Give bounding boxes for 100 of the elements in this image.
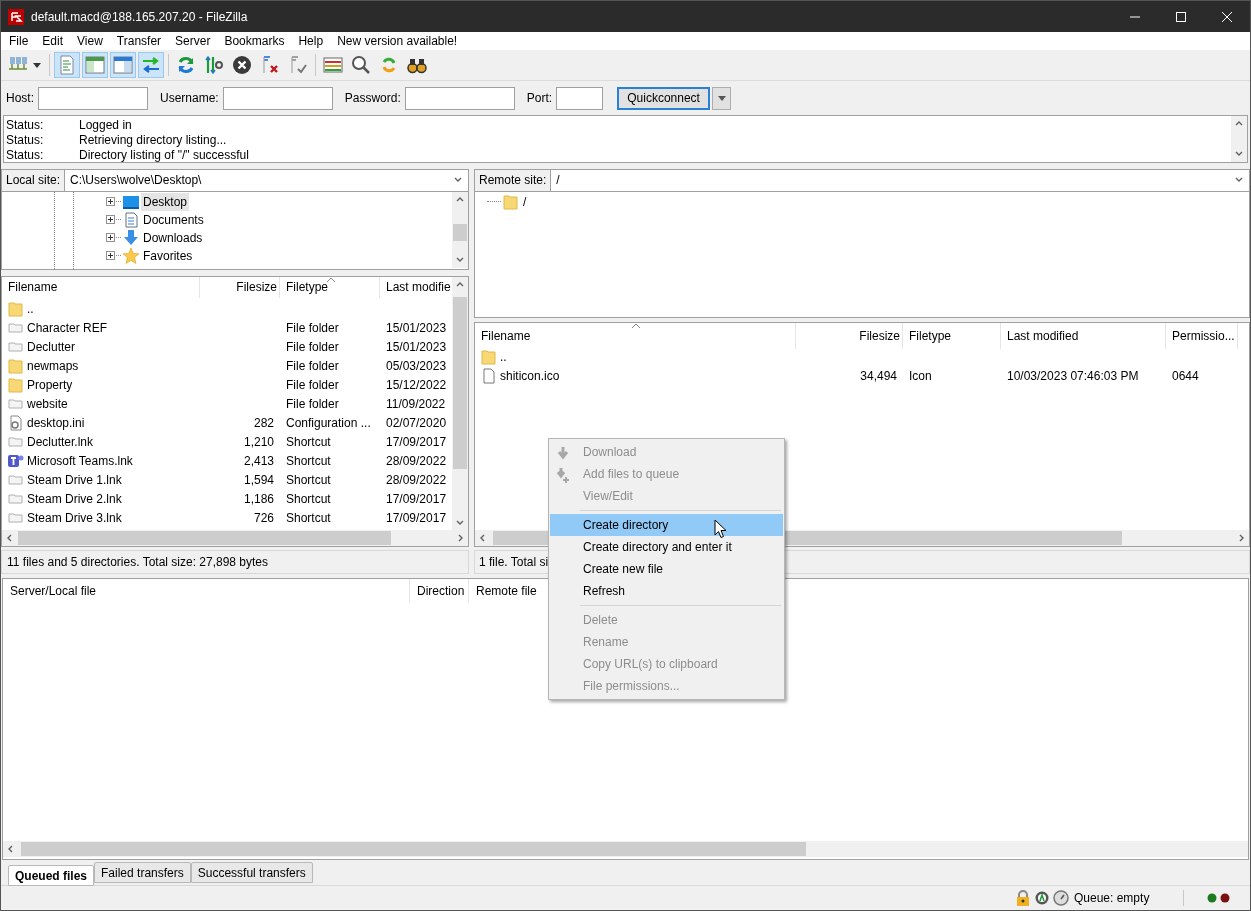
local-tree-button[interactable] [82,52,108,78]
input-field[interactable] [222,86,333,110]
table-cell-text: File folder [286,396,339,414]
file-name[interactable]: Steam Drive 3.lnk [27,509,122,528]
scrollbar[interactable] [1231,116,1247,162]
tree-item[interactable]: / [521,192,529,211]
file-name[interactable]: shiticon.ico [500,367,560,386]
table-cell-text: 10/03/2023 07:46:03 PM [1007,368,1139,386]
site-label: Local site: [2,170,66,191]
menu-item[interactable]: New version available! [330,32,465,50]
lock-icon [1015,890,1031,906]
file-name[interactable]: Steam Drive 1.lnk [27,471,122,490]
remote-tree-button[interactable] [110,52,136,78]
field-label: Password: [344,90,401,107]
column-header[interactable]: Filename [475,322,796,349]
column-header[interactable]: Filename [2,276,200,298]
file-name[interactable]: .. [27,300,34,319]
table-cell-text: 282 [253,415,274,433]
scrollbar-thumb[interactable] [18,531,391,546]
column-header[interactable]: Permissio... [1166,322,1238,349]
table-cell-text: 28/09/2022 [386,472,447,490]
sort-caret-icon [326,276,336,283]
table-cell-text: 15/01/2023 [386,339,447,357]
file-name[interactable]: Character REF [27,319,108,338]
log-message: Logged in [79,116,132,134]
site-label: Remote site: [475,170,552,191]
menu-item[interactable]: Create directory and enter it [550,536,783,558]
menu-item[interactable]: Transfer [109,32,169,50]
column-header[interactable]: Last modified [1001,322,1166,349]
dropdown-button[interactable] [712,86,732,110]
scrollbar[interactable] [2,530,468,547]
path-combobox[interactable]: C:\Users\wolve\Desktop\ [65,170,468,191]
path-combobox[interactable]: / [551,170,1249,191]
log-label: Status: [6,116,45,134]
file-name[interactable]: website [27,395,68,414]
gauge-icon [1053,890,1069,906]
reconnect-icon [288,55,308,75]
tree-item[interactable]: Downloads [141,228,205,247]
transfer-queue-icon [141,55,161,75]
scrollbar-thumb[interactable] [453,296,467,469]
scrollbar[interactable] [452,276,468,531]
table-cell-text: 1,186 [243,491,274,509]
queue-tab[interactable]: Queued files [8,865,95,886]
tree-item[interactable]: Favorites [141,246,195,265]
message-log-button[interactable] [54,52,80,78]
file-name[interactable]: Declutter [27,338,76,357]
expand-icon[interactable] [106,233,115,243]
menu-item[interactable]: Edit [35,32,71,50]
file-name[interactable]: desktop.ini [27,414,85,433]
column-header[interactable]: Filesize [796,322,903,349]
window-title: default.macd@188.165.207.20 - FileZilla [31,8,248,26]
expand-icon[interactable] [106,215,115,225]
menu-item[interactable]: Create new file [550,558,783,580]
scrollbar[interactable] [452,191,468,268]
scrollbar-thumb[interactable] [21,842,806,856]
file-name[interactable]: Microsoft Teams.lnk [27,452,133,471]
table-cell-text: 1,594 [243,472,274,490]
menu-item[interactable]: Server [168,32,218,50]
expand-icon[interactable] [106,197,115,207]
file-name[interactable]: Steam Drive 2.lnk [27,490,122,509]
log-label: Status: [6,146,45,164]
field-label: Username: [160,90,219,107]
file-name[interactable]: Property [27,376,73,395]
column-header[interactable]: Filetype [903,322,1001,349]
file-name[interactable]: Declutter.lnk [27,433,94,452]
expand-icon[interactable] [106,251,115,261]
quickconnect-button[interactable]: Quickconnect [617,86,711,110]
scrollbar[interactable] [3,841,1248,857]
transfer-queue-button[interactable] [138,52,164,78]
column-header[interactable]: Direction [410,579,469,603]
column-header[interactable]: Filesize [200,276,280,298]
queue-tab[interactable]: Successful transfers [190,862,313,883]
tree-item[interactable]: Documents [141,210,206,229]
log-message: Retrieving directory listing... [79,132,227,149]
field-label: Port: [526,90,553,107]
queue-tab[interactable]: Failed transfers [94,862,191,883]
input-field[interactable] [556,86,604,110]
input-field[interactable] [404,86,515,110]
tree-item[interactable]: Desktop [141,192,190,211]
download-arrow-icon [122,229,140,246]
file-name[interactable]: .. [500,348,507,367]
table-cell-text: Shortcut [286,434,331,452]
menu-item[interactable]: Create directory [550,514,783,536]
menu-item[interactable]: View [70,32,110,50]
menu-item[interactable]: File [2,32,36,50]
column-header[interactable]: Filetype [280,276,380,298]
file-name[interactable]: newmaps [27,357,79,376]
table-cell-text: 15/12/2022 [386,377,447,395]
menu-item[interactable]: Help [291,32,331,50]
document-icon [122,211,140,228]
caret-icon [717,95,726,101]
column-header[interactable]: Server/Local file [3,579,410,603]
folder-icon [481,349,497,366]
menu-item[interactable]: Bookmarks [217,32,292,50]
scrollbar-thumb[interactable] [453,223,467,241]
menu-item[interactable]: Refresh [550,580,783,602]
status-light-icon [1207,893,1217,903]
table-cell-text: 28/09/2022 [386,453,447,471]
table-cell-text: Shortcut [286,491,331,509]
input-field[interactable] [38,86,148,110]
